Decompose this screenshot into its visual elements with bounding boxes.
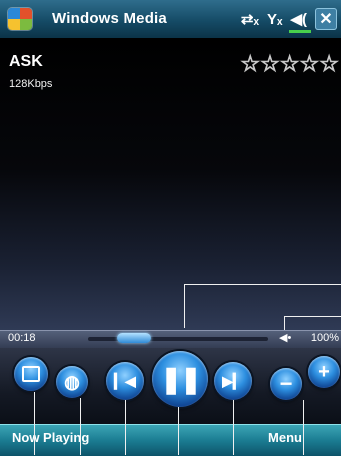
app-title: Windows Media — [52, 10, 167, 27]
next-icon: ▶︎▎ — [222, 373, 244, 389]
star-icon[interactable]: ☆ — [260, 52, 281, 75]
star-icon[interactable]: ☆ — [240, 52, 261, 75]
skin-button[interactable] — [14, 357, 48, 391]
volume-level: 100% — [310, 332, 339, 344]
callout-line — [184, 284, 185, 328]
close-icon[interactable]: ✕ — [315, 8, 337, 30]
web-button[interactable]: ◍ — [56, 366, 88, 398]
volume-down-button[interactable]: − — [270, 368, 302, 400]
star-icon[interactable]: ☆ — [319, 52, 340, 75]
bitrate: 128Kbps — [9, 78, 53, 90]
callout-line — [34, 392, 35, 455]
callout-line — [184, 284, 341, 285]
speaker-icon[interactable]: ◀︎( — [290, 12, 307, 27]
star-icon[interactable]: ☆ — [279, 52, 300, 75]
plus-icon: + — [318, 361, 330, 383]
elapsed-time: 00:18 — [8, 332, 36, 344]
title-bar: Windows Media ⇄ₓ Yₓ ◀︎( ✕ — [0, 0, 341, 39]
next-button[interactable]: ▶︎▎ — [214, 362, 252, 400]
track-title: ASK — [9, 53, 43, 70]
seek-bar[interactable] — [88, 337, 268, 341]
signal-off-icon[interactable]: Yₓ — [267, 12, 283, 27]
seek-thumb[interactable] — [117, 333, 152, 343]
pause-icon: ❚❚ — [160, 364, 202, 394]
previous-icon: ▎◀︎ — [114, 373, 136, 389]
globe-icon: ◍ — [64, 372, 80, 392]
callout-line — [80, 398, 81, 455]
connectivity-icon[interactable]: ⇄ₓ — [241, 12, 259, 27]
volume-up-button[interactable]: + — [308, 356, 340, 388]
skin-icon — [22, 366, 40, 382]
now-playing-softkey[interactable]: Now Playing — [12, 430, 89, 445]
star-icon[interactable]: ☆ — [299, 52, 320, 75]
status-icons: ⇄ₓ Yₓ ◀︎( ✕ — [241, 6, 337, 32]
callout-line — [125, 400, 126, 455]
callout-line — [284, 316, 341, 317]
pause-button[interactable]: ❚❚ — [152, 351, 208, 407]
previous-button[interactable]: ▎◀︎ — [106, 362, 144, 400]
volume-icon: ◀︎• — [279, 332, 292, 344]
volume-indicator — [289, 30, 311, 33]
minus-icon: − — [279, 371, 293, 396]
windows-media-player-screen: Windows Media ⇄ₓ Yₓ ◀︎( ✕ ASK 128Kbps ☆ … — [0, 0, 341, 456]
callout-line — [284, 316, 285, 330]
callout-line — [233, 400, 234, 455]
callout-line — [303, 400, 304, 455]
rating-stars[interactable]: ☆ ☆ ☆ ☆ ☆ — [240, 52, 340, 75]
windows-start-icon[interactable] — [8, 8, 32, 30]
menu-softkey[interactable]: Menu — [268, 430, 302, 445]
callout-line — [178, 407, 179, 455]
